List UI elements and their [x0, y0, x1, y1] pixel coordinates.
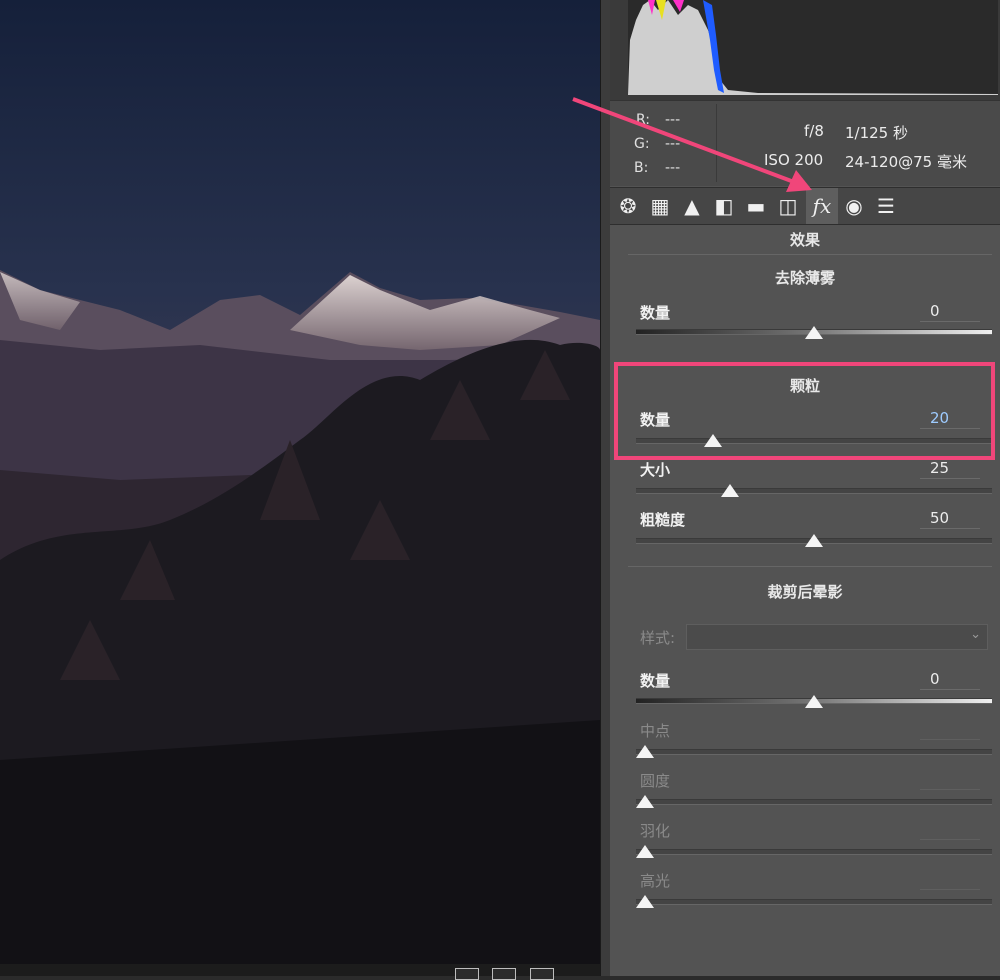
g-label: G: — [634, 136, 650, 152]
info-divider — [716, 104, 717, 182]
dehaze-amount-label: 数量 — [640, 304, 671, 322]
view-toggle-icon[interactable] — [455, 968, 479, 980]
vignette-midpoint-slider[interactable] — [636, 749, 992, 755]
g-value: --- — [665, 136, 681, 152]
grain-size-slider[interactable] — [636, 488, 992, 494]
grain-roughness-label: 粗糙度 — [640, 511, 686, 529]
view-toggle-icon[interactable] — [492, 968, 516, 980]
vignette-highlights-label: 高光 — [640, 872, 671, 890]
divider — [628, 566, 992, 567]
divider — [628, 254, 992, 255]
aperture-value: f/8 — [804, 122, 824, 140]
dehaze-title: 去除薄雾 — [774, 269, 835, 287]
view-toggle-icon[interactable] — [530, 968, 554, 980]
vignette-style-label: 样式: — [640, 629, 676, 647]
r-value: --- — [665, 112, 681, 128]
panel-title: 效果 — [789, 231, 820, 249]
b-value: --- — [665, 160, 681, 176]
histogram — [610, 0, 1000, 100]
vignette-feather-label: 羽化 — [640, 822, 671, 840]
iso-value: ISO 200 — [764, 151, 824, 169]
dehaze-amount-value[interactable]: 0 — [920, 302, 980, 322]
r-label: R: — [636, 112, 651, 128]
dehaze-amount-thumb[interactable] — [805, 326, 823, 339]
vignette-feather-slider[interactable] — [636, 849, 992, 855]
grain-size-thumb[interactable] — [720, 484, 739, 497]
vignette-style-select[interactable]: ⌄ — [686, 624, 988, 650]
vignette-highlights-slider[interactable] — [636, 899, 992, 905]
detail-icon[interactable]: ▬ — [740, 188, 772, 224]
grain-roughness-thumb[interactable] — [805, 534, 823, 547]
grain-size-value[interactable]: 25 — [920, 459, 980, 479]
grid-icon[interactable]: ▦ — [644, 188, 676, 224]
mountain-icon[interactable]: ▲ — [676, 188, 708, 224]
histogram-graph — [628, 0, 998, 95]
vignette-amount-label: 数量 — [640, 672, 671, 690]
vignette-amount-value[interactable]: 0 — [920, 670, 980, 690]
shutter-value: 1/125 秒 — [845, 124, 908, 142]
vignette-title: 裁剪后晕影 — [767, 583, 843, 601]
vignette-feather-value[interactable] — [920, 820, 980, 840]
lens-icon[interactable]: ◫ — [772, 188, 804, 224]
photo-preview — [0, 0, 600, 976]
vignette-roundness-thumb[interactable] — [636, 795, 654, 808]
vignette-midpoint-thumb[interactable] — [636, 745, 654, 758]
vignette-highlights-value[interactable] — [920, 870, 980, 890]
chevron-down-icon: ⌄ — [970, 627, 981, 642]
highlight-box — [614, 362, 995, 460]
b-label: B: — [634, 160, 649, 176]
vignette-feather-thumb[interactable] — [636, 845, 654, 858]
vignette-roundness-value[interactable] — [920, 770, 980, 790]
vignette-highlights-thumb[interactable] — [636, 895, 654, 908]
vignette-midpoint-label: 中点 — [640, 722, 671, 740]
vignette-roundness-label: 圆度 — [640, 772, 671, 790]
grain-size-label: 大小 — [640, 461, 671, 479]
camera-icon[interactable]: ◉ — [838, 188, 870, 224]
sliders-icon[interactable]: ☰ — [870, 188, 902, 224]
vignette-amount-thumb[interactable] — [805, 695, 823, 708]
grain-roughness-value[interactable]: 50 — [920, 509, 980, 529]
aperture-icon[interactable]: ❂ — [612, 188, 644, 224]
fx-icon[interactable]: fx — [806, 188, 838, 224]
split-tone-icon[interactable]: ◧ — [708, 188, 740, 224]
lens-value: 24-120@75 毫米 — [845, 153, 967, 171]
vignette-midpoint-value[interactable] — [920, 720, 980, 740]
vignette-roundness-slider[interactable] — [636, 799, 992, 805]
panel-tabs: ❂ ▦ ▲ ◧ ▬ ◫ fx ◉ ☰ — [610, 187, 1000, 225]
